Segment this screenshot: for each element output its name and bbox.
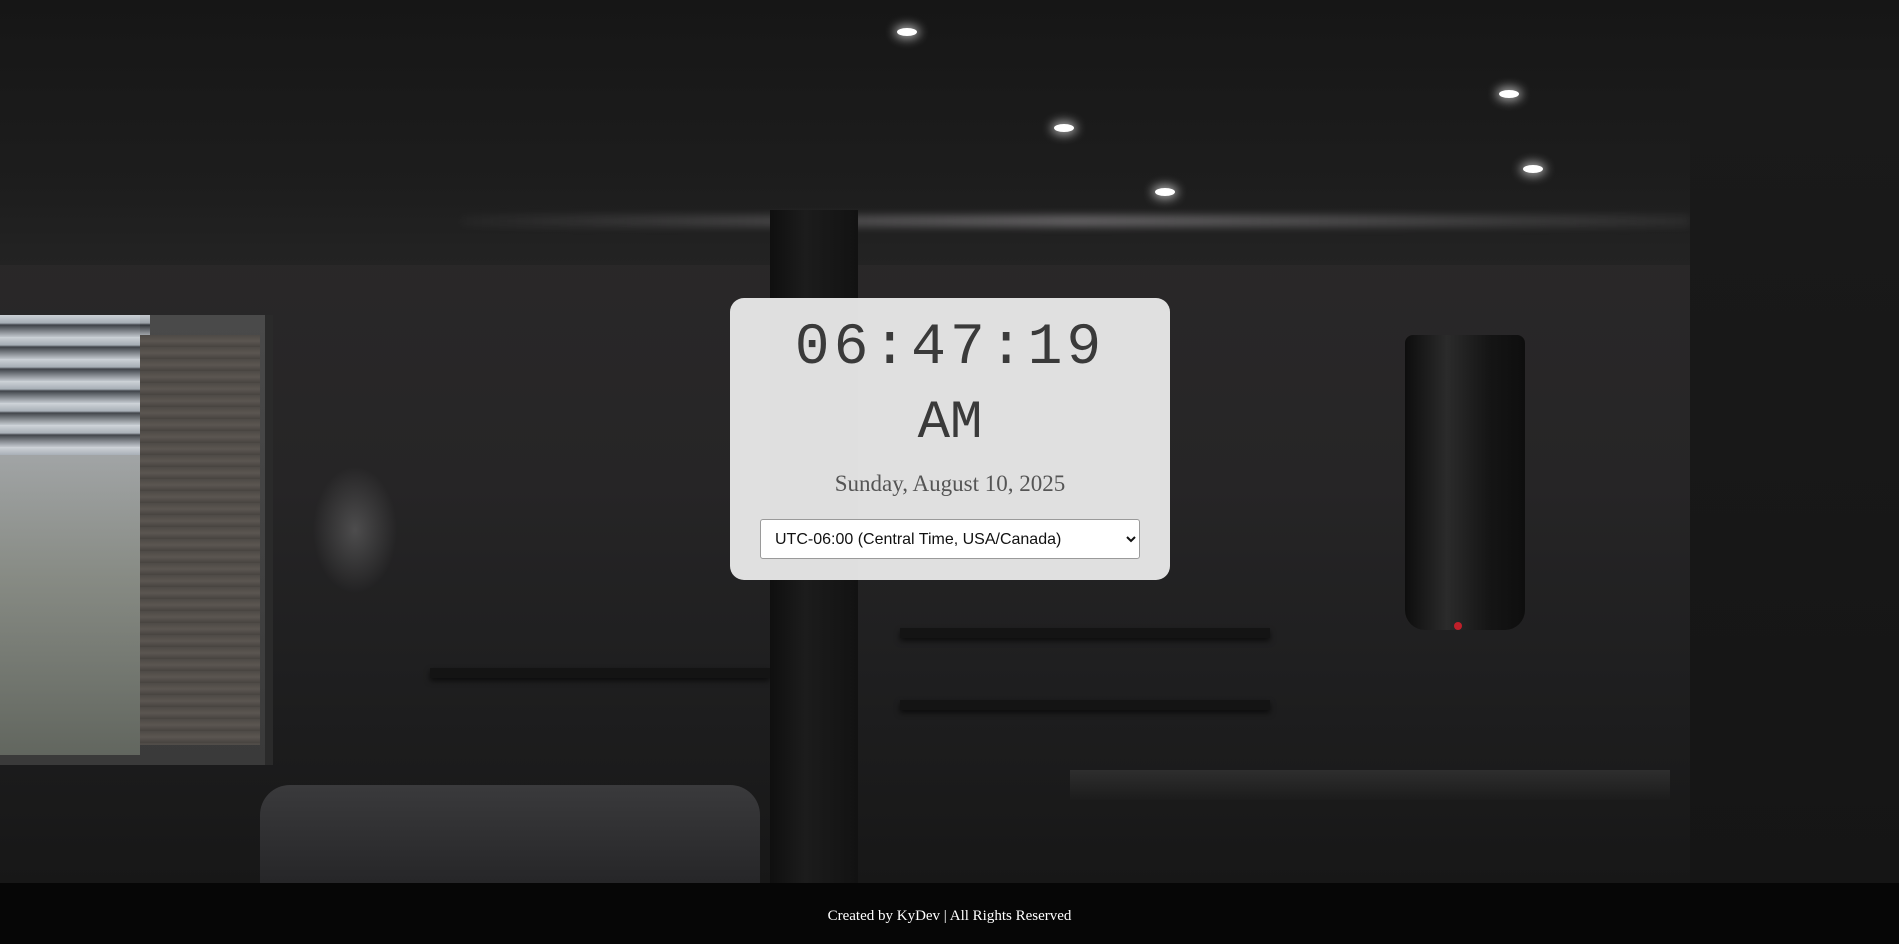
background-counter	[1070, 770, 1670, 800]
timezone-select[interactable]: UTC-06:00 (Central Time, USA/Canada)	[760, 519, 1140, 559]
ceiling-light	[1054, 124, 1074, 132]
clock-time: 06:47:19	[794, 316, 1106, 381]
background-range-hood	[1405, 335, 1525, 630]
background-shelf	[430, 668, 770, 678]
ceiling-light	[897, 28, 917, 36]
background-window-blind	[0, 315, 150, 455]
background-shelf	[900, 700, 1270, 710]
background-shelf	[900, 628, 1270, 638]
page: 06:47:19 AM Sunday, August 10, 2025 UTC-…	[0, 0, 1899, 944]
ceiling-light	[1155, 188, 1175, 196]
clock-date: Sunday, August 10, 2025	[834, 471, 1066, 496]
background-wall	[1690, 70, 1899, 883]
background-hood-indicator	[1454, 622, 1462, 630]
footer: Created by KyDev | All Rights Reserved	[0, 883, 1899, 944]
background-bed	[260, 785, 760, 883]
ceiling-light	[1523, 165, 1543, 173]
background-window-wood	[140, 335, 260, 745]
ceiling-light	[1499, 90, 1519, 98]
footer-text: Created by KyDev | All Rights Reserved	[827, 908, 1072, 924]
background-light-strip	[460, 215, 1690, 227]
clock-ampm: AM	[917, 393, 983, 454]
clock-card: 06:47:19 AM Sunday, August 10, 2025 UTC-…	[730, 298, 1170, 580]
background-window	[0, 315, 273, 765]
